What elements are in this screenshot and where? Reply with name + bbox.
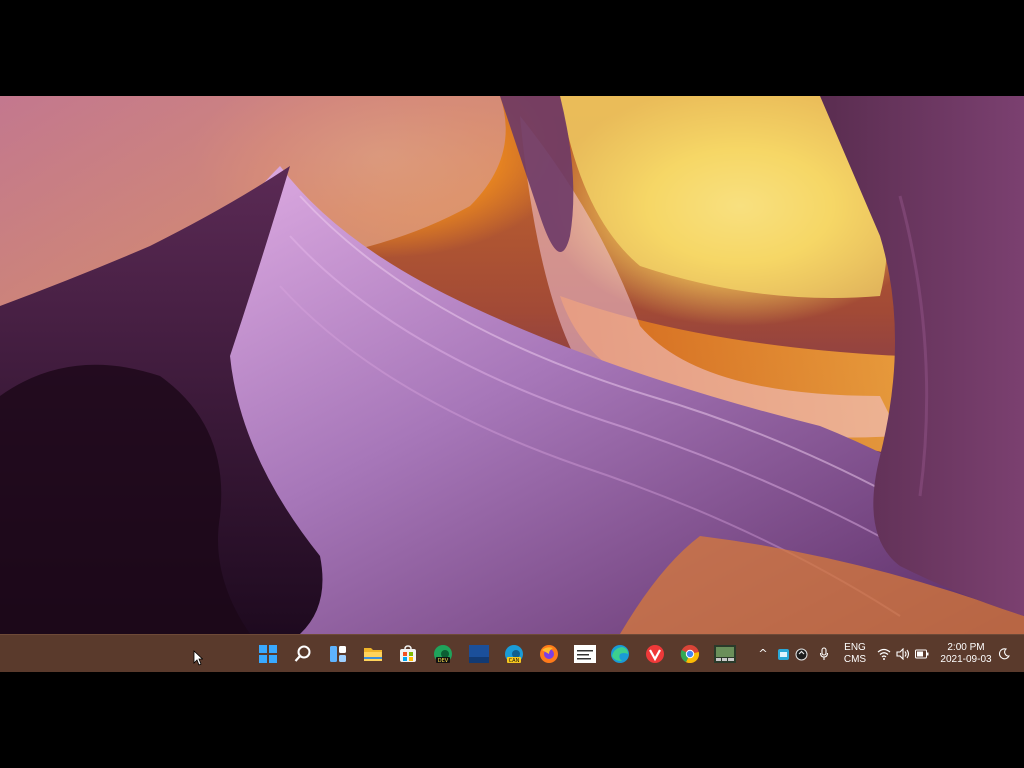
edge-dev-icon[interactable]: DEV bbox=[432, 643, 454, 665]
letterbox-bottom bbox=[0, 672, 1024, 768]
show-hidden-icons-chevron-icon[interactable]: ^ bbox=[756, 646, 770, 660]
file-explorer-icon[interactable] bbox=[362, 643, 384, 665]
chrome-icon[interactable] bbox=[679, 643, 701, 665]
tray-app-icon[interactable] bbox=[776, 647, 790, 661]
taskbar: DEV CAN ^ ENG CMS 2:00 PM 2021-09-03 bbox=[0, 634, 1024, 672]
language-indicator[interactable]: ENG CMS bbox=[840, 642, 870, 666]
document-app-icon[interactable] bbox=[574, 643, 596, 665]
wallpaper-art bbox=[0, 96, 1024, 634]
letterbox-top bbox=[0, 0, 1024, 96]
desktop-wallpaper[interactable] bbox=[0, 96, 1024, 634]
clock-time: 2:00 PM bbox=[947, 642, 985, 653]
media-app-icon[interactable] bbox=[714, 643, 736, 665]
microsoft-store-icon[interactable] bbox=[397, 643, 419, 665]
battery-icon[interactable] bbox=[915, 647, 929, 661]
chevron-up-icon: ^ bbox=[758, 646, 768, 660]
screen: DEV CAN ^ ENG CMS 2:00 PM 2021-09-03 bbox=[0, 0, 1024, 768]
edge-canary-icon[interactable]: CAN bbox=[503, 643, 525, 665]
focus-assist-moon-icon[interactable] bbox=[997, 647, 1011, 661]
microphone-icon[interactable] bbox=[817, 647, 831, 661]
start-icon[interactable] bbox=[257, 643, 279, 665]
app-blue-square-icon[interactable] bbox=[468, 643, 490, 665]
firefox-icon[interactable] bbox=[538, 643, 560, 665]
clock[interactable]: 2:00 PM 2021-09-03 bbox=[936, 642, 996, 666]
edge-canary-badge: CAN bbox=[509, 658, 520, 664]
tray-sync-icon[interactable] bbox=[794, 647, 808, 661]
wifi-icon[interactable] bbox=[877, 647, 891, 661]
vivaldi-icon[interactable] bbox=[644, 643, 666, 665]
widgets-icon[interactable] bbox=[327, 643, 349, 665]
search-icon[interactable] bbox=[292, 643, 314, 665]
clock-date: 2021-09-03 bbox=[940, 654, 992, 665]
edge-icon[interactable] bbox=[609, 643, 631, 665]
mouse-cursor-icon bbox=[193, 650, 204, 666]
language-top-label: ENG bbox=[844, 642, 866, 653]
edge-dev-badge: DEV bbox=[438, 658, 449, 664]
volume-icon[interactable] bbox=[896, 647, 910, 661]
language-bottom-label: CMS bbox=[843, 654, 867, 665]
